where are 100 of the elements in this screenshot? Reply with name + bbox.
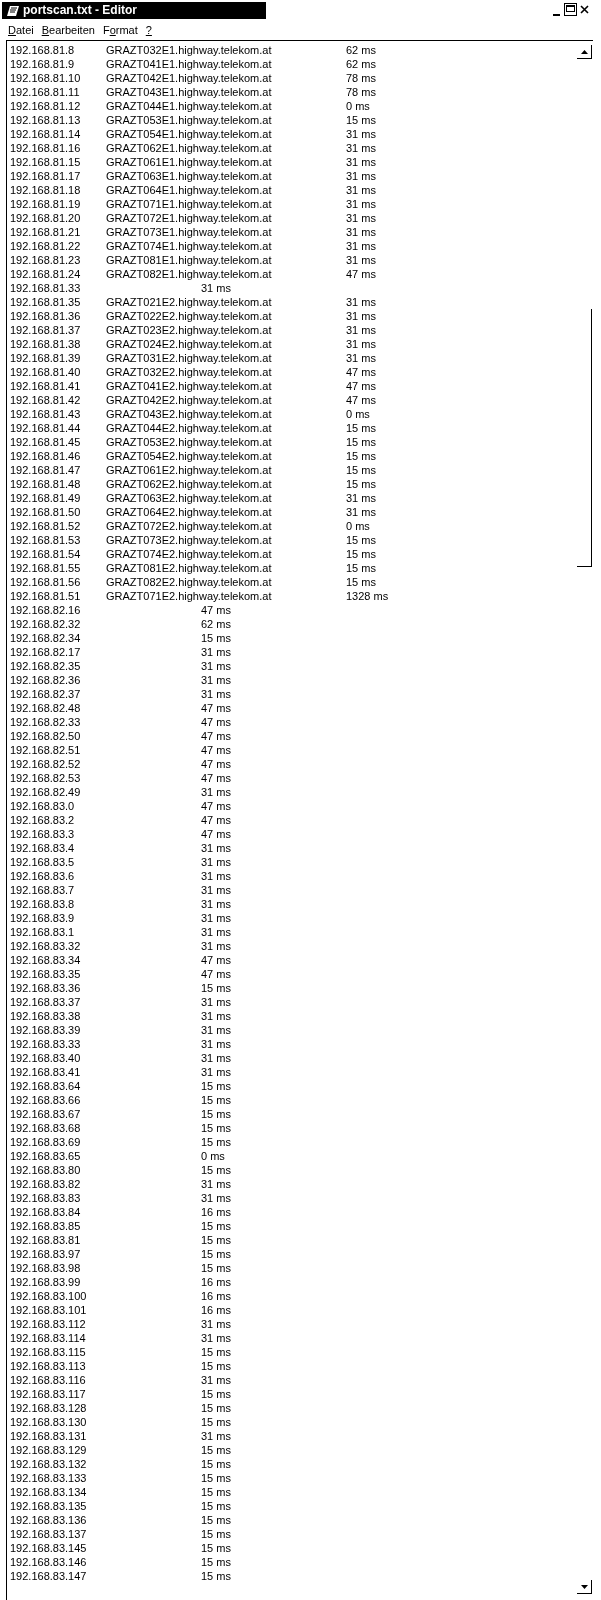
ip-address: 192.168.83.114 (10, 1331, 87, 1345)
host-name: GRAZT073E1.highway.telekom.at (106, 225, 273, 239)
ip-address: 192.168.83.98 (10, 1261, 82, 1275)
ping-time: 31 ms (201, 1317, 231, 1331)
ip-address: 192.168.82.17 (10, 645, 82, 659)
ip-address: 192.168.83.134 (10, 1485, 88, 1499)
ip-address: 192.168.81.55 (10, 561, 82, 575)
scrollbar-thumb[interactable] (577, 309, 592, 567)
ping-time: 47 ms (346, 365, 376, 379)
ip-address: 192.168.82.51 (10, 743, 82, 757)
ip-address: 192.168.81.16 (10, 141, 82, 155)
ip-address: 192.168.82.37 (10, 687, 82, 701)
ping-time: 62 ms (346, 57, 376, 71)
ping-time: 31 ms (201, 673, 231, 687)
ping-time: 15 ms (346, 533, 376, 547)
ip-address: 192.168.83.7 (10, 883, 76, 897)
ip-address: 192.168.82.50 (10, 729, 82, 743)
ping-time: 47 ms (201, 729, 231, 743)
ping-time: 0 ms (346, 519, 370, 533)
ping-time: 47 ms (201, 757, 231, 771)
ip-address: 192.168.83.85 (10, 1219, 82, 1233)
ping-time: 15 ms (201, 1135, 231, 1149)
ping-time: 31 ms (346, 197, 376, 211)
ping-time: 0 ms (201, 1149, 225, 1163)
ping-time: 0 ms (346, 99, 370, 113)
host-name: GRAZT061E2.highway.telekom.at (106, 463, 273, 477)
ip-address: 192.168.83.36 (10, 981, 82, 995)
ping-time: 15 ms (201, 1261, 231, 1275)
ip-address: 192.168.81.13 (10, 113, 82, 127)
ip-address: 192.168.83.97 (10, 1247, 82, 1261)
ip-address: 192.168.83.128 (10, 1401, 88, 1415)
ping-time: 47 ms (201, 799, 231, 813)
ping-time: 15 ms (346, 575, 376, 589)
menu-item[interactable]: Bearbeiten (37, 23, 99, 37)
close-button[interactable] (578, 3, 591, 16)
host-name: GRAZT042E1.highway.telekom.at (106, 71, 273, 85)
ip-address: 192.168.83.112 (10, 1317, 87, 1331)
ip-address: 192.168.81.33 (10, 281, 82, 295)
ping-time: 47 ms (201, 743, 231, 757)
ping-time: 16 ms (201, 1205, 231, 1219)
maximize-button[interactable] (564, 3, 577, 16)
ping-time: 15 ms (201, 1541, 231, 1555)
menu-item[interactable]: Format (98, 23, 142, 37)
ping-time: 31 ms (346, 323, 376, 337)
ping-time: 31 ms (201, 1051, 231, 1065)
ping-time: 15 ms (201, 1247, 231, 1261)
ping-time: 31 ms (346, 141, 376, 155)
host-name: GRAZT021E2.highway.telekom.at (106, 295, 273, 309)
scroll-up-button[interactable] (577, 45, 592, 59)
ping-time: 15 ms (201, 1443, 231, 1457)
ping-time: 15 ms (201, 1499, 231, 1513)
ip-address: 192.168.83.40 (10, 1051, 82, 1065)
ping-time: 31 ms (346, 505, 376, 519)
ping-time: 31 ms (201, 785, 231, 799)
ping-time: 15 ms (201, 1107, 231, 1121)
ip-address: 192.168.83.131 (10, 1429, 88, 1443)
ip-address: 192.168.81.44 (10, 421, 82, 435)
ip-address: 192.168.83.136 (10, 1513, 88, 1527)
ip-address: 192.168.81.24 (10, 267, 82, 281)
ip-address: 192.168.83.137 (10, 1527, 88, 1541)
ping-time: 31 ms (346, 295, 376, 309)
ip-address: 192.168.83.64 (10, 1079, 82, 1093)
ping-time: 31 ms (201, 883, 231, 897)
ping-time: 15 ms (201, 1485, 231, 1499)
ping-time: 31 ms (201, 645, 231, 659)
down-arrow-icon (580, 1584, 588, 1589)
ip-address: 192.168.82.35 (10, 659, 82, 673)
ping-time: 31 ms (201, 869, 231, 883)
host-name: GRAZT031E2.highway.telekom.at (106, 351, 273, 365)
ip-address: 192.168.81.50 (10, 505, 82, 519)
ping-time: 15 ms (201, 1471, 231, 1485)
host-name: GRAZT064E2.highway.telekom.at (106, 505, 273, 519)
menu-item[interactable]: Datei (4, 23, 38, 37)
ip-address: 192.168.81.21 (10, 225, 82, 239)
up-arrow-icon (580, 49, 588, 54)
ping-time: 16 ms (201, 1303, 231, 1317)
ip-address: 192.168.83.101 (10, 1303, 88, 1317)
scroll-down-button[interactable] (577, 1580, 592, 1594)
ip-address: 192.168.82.32 (10, 617, 82, 631)
ip-address: 192.168.83.37 (10, 995, 82, 1009)
host-name: GRAZT064E1.highway.telekom.at (106, 183, 273, 197)
ip-address: 192.168.82.16 (10, 603, 82, 617)
ip-address: 192.168.83.83 (10, 1191, 82, 1205)
host-name: GRAZT073E2.highway.telekom.at (106, 533, 273, 547)
ping-time: 47 ms (201, 813, 231, 827)
host-name: GRAZT071E2.highway.telekom.at (106, 589, 273, 603)
ping-time: 15 ms (201, 1457, 231, 1471)
ping-time: 31 ms (346, 169, 376, 183)
menu-item[interactable]: ? (141, 23, 156, 37)
host-name: GRAZT053E2.highway.telekom.at (106, 435, 273, 449)
ip-address: 192.168.81.43 (10, 407, 82, 421)
ping-time: 62 ms (346, 43, 376, 57)
ip-address: 192.168.81.39 (10, 351, 82, 365)
ping-time: 15 ms (201, 1345, 231, 1359)
ip-address: 192.168.83.38 (10, 1009, 82, 1023)
host-name: GRAZT082E1.highway.telekom.at (106, 267, 273, 281)
ip-address: 192.168.83.9 (10, 911, 76, 925)
ip-address: 192.168.83.81 (10, 1233, 82, 1247)
ping-time: 15 ms (201, 1401, 231, 1415)
ping-time: 15 ms (346, 477, 376, 491)
